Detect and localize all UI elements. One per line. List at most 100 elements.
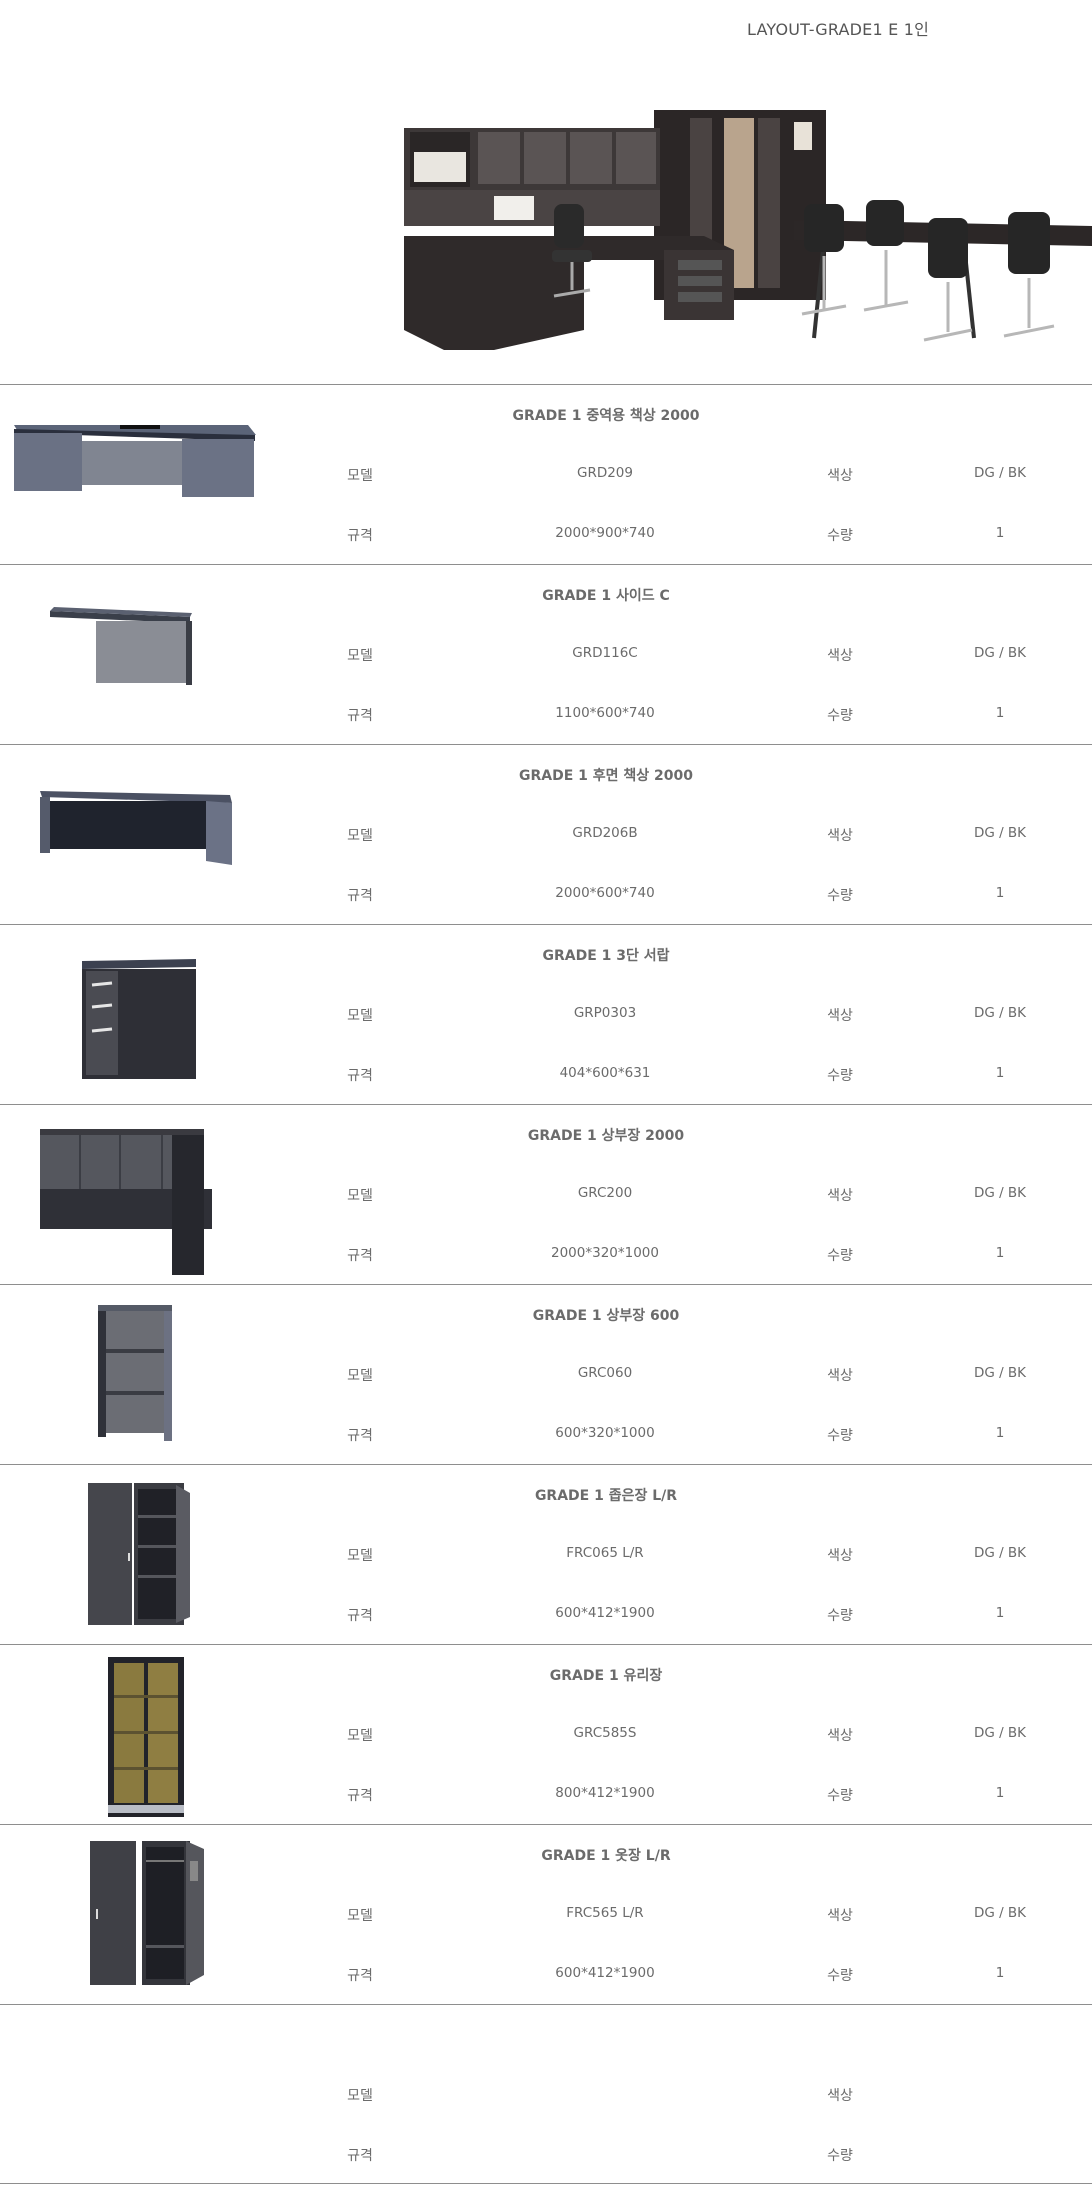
drawer-pedestal-icon (0, 925, 280, 1104)
executive-desk-icon (0, 385, 280, 564)
qty-label: 수량 (827, 1788, 853, 1804)
spec-label: 규격 (347, 888, 373, 904)
model-value: GRP0303 (573, 1005, 637, 1021)
spec-value: 600*320*1000 (555, 1425, 655, 1441)
product-name: GRADE 1 3단 서랍 (542, 948, 670, 964)
narrow-cabinet-icon (0, 1465, 280, 1644)
spec-value: 2000*900*740 (555, 525, 655, 541)
color-value: DG / BK (973, 1185, 1027, 1201)
model-label: 모델 (347, 648, 373, 664)
qty-label: 수량 (827, 528, 853, 544)
product-name: GRADE 1 상부장 2000 (527, 1128, 685, 1144)
product-row: GRADE 1 옷장 L/R 모델 FRC565 L/R 색상 DG / BK … (0, 1824, 1092, 2004)
model-value: GRD116C (572, 645, 638, 661)
product-row: GRADE 1 후면 책상 2000 모델 GRD206B 색상 DG / BK… (0, 744, 1092, 924)
page-title: LAYOUT-GRADE1 E 1인 (747, 20, 930, 39)
spec-label: 규격 (347, 1968, 373, 1984)
qty-value: 1 (995, 1245, 1005, 1261)
product-name: GRADE 1 사이드 C (542, 588, 670, 604)
model-label: 모델 (347, 2088, 373, 2104)
model-label: 모델 (347, 1008, 373, 1024)
open-shelf-600-icon (0, 1285, 280, 1464)
color-label: 색상 (827, 468, 853, 484)
spec-value: 800*412*1900 (555, 1785, 655, 1801)
model-label: 모델 (347, 1368, 373, 1384)
hutch-2000-icon (0, 1105, 280, 1284)
model-label: 모델 (347, 1548, 373, 1564)
spec-label: 규격 (347, 708, 373, 724)
color-value: DG / BK (973, 1725, 1027, 1741)
color-value: DG / BK (973, 1545, 1027, 1561)
product-name: GRADE 1 유리장 (549, 1668, 663, 1684)
product-name: GRADE 1 상부장 600 (532, 1308, 680, 1324)
spec-label: 규격 (347, 1428, 373, 1444)
spec-value: 2000*320*1000 (551, 1245, 659, 1261)
qty-label: 수량 (827, 708, 853, 724)
product-name: GRADE 1 좁은장 L/R (534, 1488, 678, 1504)
color-label: 색상 (827, 828, 853, 844)
qty-value: 1 (995, 1065, 1005, 1081)
spec-label: 규격 (347, 1788, 373, 1804)
spec-value: 600*412*1900 (555, 1605, 655, 1621)
model-label: 모델 (347, 1188, 373, 1204)
model-value: GRC585S (573, 1725, 637, 1741)
qty-value: 1 (995, 1425, 1005, 1441)
product-row-empty: 모델 색상 규격 수량 (0, 2004, 1092, 2184)
side-return-desk-icon (0, 565, 280, 744)
product-row: GRADE 1 상부장 600 모델 GRC060 색상 DG / BK 규격 … (0, 1284, 1092, 1464)
product-row: GRADE 1 사이드 C 모델 GRD116C 색상 DG / BK 규격 1… (0, 564, 1092, 744)
model-value: GRD209 (576, 465, 633, 481)
spec-value: 1100*600*740 (555, 705, 655, 721)
model-value: GRC200 (577, 1185, 633, 1201)
color-value: DG / BK (973, 645, 1027, 661)
glass-cabinet-icon (0, 1645, 280, 1824)
qty-label: 수량 (827, 1968, 853, 1984)
color-label: 색상 (827, 1008, 853, 1024)
spec-label: 규격 (347, 2148, 373, 2164)
spec-label: 규격 (347, 1248, 373, 1264)
color-label: 색상 (827, 1908, 853, 1924)
color-label: 색상 (827, 2088, 853, 2104)
spec-label: 규격 (347, 1608, 373, 1624)
credenza-desk-icon (0, 745, 280, 924)
qty-value: 1 (995, 1965, 1005, 1981)
empty-thumbnail (0, 2005, 280, 2184)
product-row: GRADE 1 중역용 책상 2000 모델 GRD209 색상 DG / BK… (0, 384, 1092, 564)
qty-value: 1 (995, 525, 1005, 541)
color-value: DG / BK (973, 825, 1027, 841)
qty-value: 1 (995, 705, 1005, 721)
color-value: DG / BK (973, 1365, 1027, 1381)
color-label: 색상 (827, 1728, 853, 1744)
product-row: GRADE 1 유리장 모델 GRC585S 색상 DG / BK 규격 800… (0, 1644, 1092, 1824)
qty-label: 수량 (827, 2148, 853, 2164)
spec-value: 600*412*1900 (555, 1965, 655, 1981)
product-row: GRADE 1 상부장 2000 모델 GRC200 색상 DG / BK 규격… (0, 1104, 1092, 1284)
qty-label: 수량 (827, 1428, 853, 1444)
color-label: 색상 (827, 1188, 853, 1204)
qty-label: 수량 (827, 888, 853, 904)
spec-label: 규격 (347, 528, 373, 544)
model-value: GRD206B (572, 825, 638, 841)
color-label: 색상 (827, 648, 853, 664)
spec-label: 규격 (347, 1068, 373, 1084)
product-name: GRADE 1 중역용 책상 2000 (512, 408, 700, 424)
qty-value: 1 (995, 1605, 1005, 1621)
wardrobe-icon (0, 1825, 280, 2004)
model-label: 모델 (347, 1908, 373, 1924)
product-name: GRADE 1 옷장 L/R (541, 1848, 671, 1864)
product-name: GRADE 1 후면 책상 2000 (518, 768, 693, 784)
model-value: FRC065 L/R (566, 1545, 644, 1561)
qty-label: 수량 (827, 1248, 853, 1264)
page-header: LAYOUT-GRADE1 E 1인 (0, 0, 1092, 384)
model-label: 모델 (347, 468, 373, 484)
qty-value: 1 (995, 885, 1005, 901)
model-value: GRC060 (577, 1365, 633, 1381)
qty-label: 수량 (827, 1068, 853, 1084)
spec-value: 2000*600*740 (555, 885, 655, 901)
product-row: GRADE 1 좁은장 L/R 모델 FRC065 L/R 색상 DG / BK… (0, 1464, 1092, 1644)
spec-value: 404*600*631 (559, 1065, 651, 1081)
product-row: GRADE 1 3단 서랍 모델 GRP0303 색상 DG / BK 규격 4… (0, 924, 1092, 1104)
product-list: GRADE 1 중역용 책상 2000 모델 GRD209 색상 DG / BK… (0, 384, 1092, 2184)
qty-label: 수량 (827, 1608, 853, 1624)
color-value: DG / BK (973, 465, 1027, 481)
